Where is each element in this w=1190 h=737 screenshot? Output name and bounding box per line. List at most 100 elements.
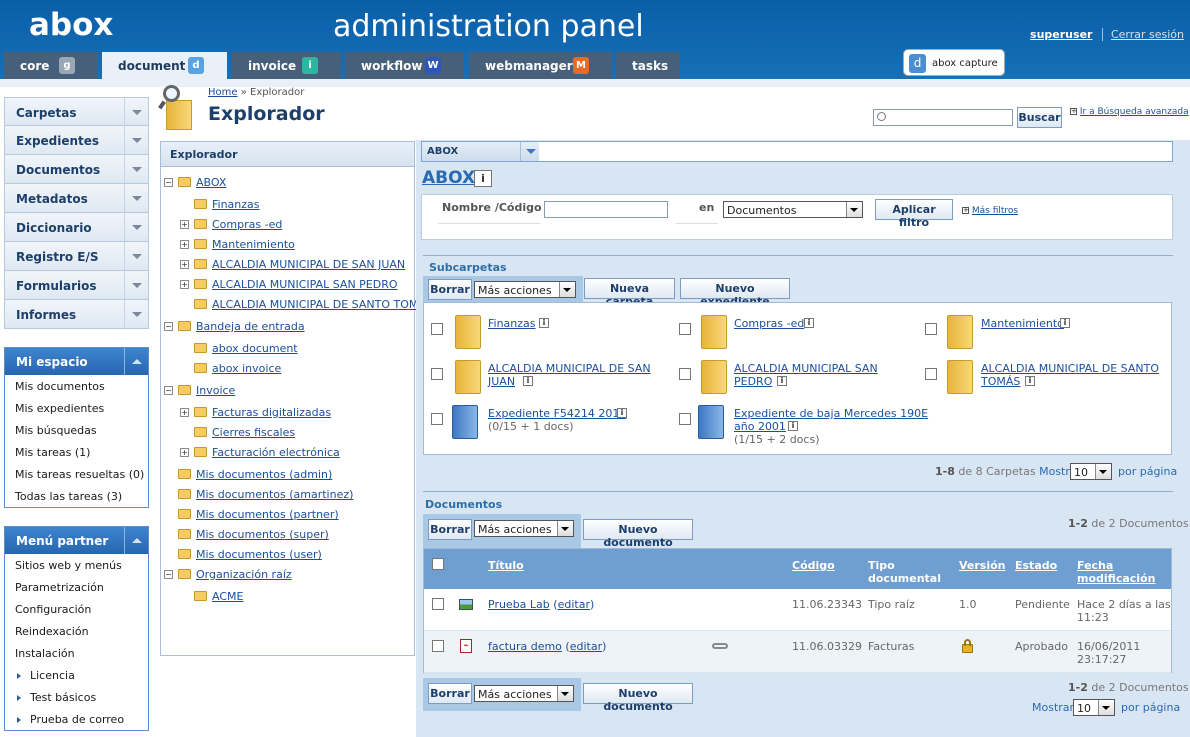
tree-node[interactable]: Bandeja de entrada — [196, 320, 305, 333]
partner-item[interactable]: Reindexación — [5, 620, 148, 642]
tree-node[interactable]: Cierres fiscales — [212, 426, 295, 439]
case-checkbox[interactable] — [431, 413, 443, 425]
chevron-down-icon[interactable] — [124, 300, 148, 328]
new-document-button-bottom[interactable]: Nuevo documento — [583, 683, 693, 713]
folder-title[interactable]: ABOX — [422, 168, 475, 188]
chevron-up-icon[interactable] — [124, 348, 148, 375]
info-icon[interactable]: i — [1025, 376, 1035, 386]
tree-node[interactable]: abox invoice — [212, 362, 281, 375]
tree-node[interactable]: ALCALDIA MUNICIPAL DE SAN JUAN — [212, 258, 405, 271]
col-date[interactable]: Fecha modificación — [1077, 559, 1155, 585]
chevron-down-icon[interactable] — [520, 142, 540, 161]
case-checkbox[interactable] — [679, 413, 691, 425]
search-button[interactable]: Buscar — [1017, 107, 1062, 128]
mi-espacio-header[interactable]: Mi espacio — [5, 348, 148, 375]
menu-formularios[interactable]: Formularios — [4, 271, 149, 300]
collapse-icon[interactable]: − — [164, 178, 173, 187]
tree-node[interactable]: Organización raíz — [196, 568, 292, 581]
mi-espacio-item[interactable]: Todas las tareas (3) — [5, 485, 148, 507]
tree-node[interactable]: Mis documentos (user) — [196, 548, 322, 561]
mi-espacio-item[interactable]: Mis tareas resueltas (0) — [5, 463, 148, 485]
more-actions-select-bottom[interactable]: Más acciones — [474, 685, 574, 702]
menu-metadatos[interactable]: Metadatos — [4, 184, 149, 213]
tree-node[interactable]: ALCALDIA MUNICIPAL DE SANTO TOMÁS — [212, 298, 433, 311]
new-document-button[interactable]: Nuevo documento — [583, 519, 693, 549]
partner-subitem[interactable]: Prueba de correo — [5, 708, 148, 730]
partner-item[interactable]: Parametrización — [5, 576, 148, 598]
collapse-icon[interactable]: − — [164, 386, 173, 395]
tree-node[interactable]: Mis documentos (super) — [196, 528, 329, 541]
tree-node[interactable]: Compras -ed — [212, 218, 282, 231]
app-logo[interactable]: abox — [29, 7, 113, 43]
menu-registro[interactable]: Registro E/S — [4, 242, 149, 271]
breadcrumb-home[interactable]: Home — [208, 87, 238, 98]
info-icon[interactable]: i — [617, 408, 627, 418]
name-filter-input[interactable] — [544, 201, 668, 218]
chevron-down-icon[interactable] — [124, 271, 148, 299]
mi-espacio-item[interactable]: Mis expedientes — [5, 397, 148, 419]
new-folder-button[interactable]: Nueva carpeta — [584, 278, 675, 308]
tree-node[interactable]: Mis documentos (partner) — [196, 508, 339, 521]
partner-item[interactable]: Configuración — [5, 598, 148, 620]
tree-node[interactable]: ABOX — [196, 176, 226, 189]
info-icon[interactable]: i — [539, 318, 549, 328]
more-actions-select[interactable]: Más acciones — [474, 520, 574, 537]
delete-documents-button-bottom[interactable]: Borrar — [428, 683, 472, 704]
mi-espacio-item[interactable]: Mis documentos — [5, 375, 148, 397]
tab-core[interactable]: core g — [4, 52, 98, 79]
user-link[interactable]: superuser — [1030, 28, 1092, 41]
tree-node[interactable]: ALCALDIA MUNICIPAL SAN PEDRO — [212, 278, 398, 291]
info-icon[interactable]: i — [788, 421, 798, 431]
tab-webmanager[interactable]: webmanager M — [469, 52, 612, 79]
row-checkbox[interactable] — [432, 598, 444, 610]
info-icon[interactable]: i — [474, 170, 492, 187]
tree-node[interactable]: Facturas digitalizadas — [212, 406, 331, 419]
folder-link[interactable]: Compras -ed — [734, 317, 804, 330]
chevron-down-icon[interactable] — [124, 126, 148, 154]
more-actions-select[interactable]: Más acciones — [474, 281, 576, 298]
menu-diccionario[interactable]: Diccionario — [4, 213, 149, 242]
partner-subitem[interactable]: Licencia — [5, 664, 148, 686]
mi-espacio-item[interactable]: Mis tareas (1) — [5, 441, 148, 463]
folder-link[interactable]: ALCALDIA MUNICIPAL DE SANTO TOMÁS — [981, 362, 1159, 388]
info-icon[interactable]: i — [777, 376, 787, 386]
collapse-icon[interactable]: − — [164, 322, 173, 331]
expand-icon[interactable]: + — [180, 240, 189, 249]
delete-documents-button[interactable]: Borrar — [428, 519, 472, 540]
expand-icon[interactable]: + — [180, 260, 189, 269]
partner-item[interactable]: Sitios web y menús — [5, 554, 148, 576]
case-link[interactable]: Expediente de baja Mercedes 190E año 2001 — [734, 407, 928, 433]
folder-checkbox[interactable] — [925, 323, 937, 335]
chevron-up-icon[interactable] — [124, 527, 148, 554]
abox-capture-button[interactable]: d abox capture — [903, 49, 1005, 76]
col-title[interactable]: Título — [488, 559, 524, 572]
chevron-down-icon[interactable] — [124, 242, 148, 270]
tree-node[interactable]: Mis documentos (admin) — [196, 468, 332, 481]
folder-checkbox[interactable] — [679, 368, 691, 380]
col-code[interactable]: Código — [792, 559, 835, 572]
col-status[interactable]: Estado — [1015, 559, 1057, 572]
expand-icon[interactable]: + — [180, 448, 189, 457]
tab-document[interactable]: document d — [102, 52, 227, 79]
partner-subitem[interactable]: Test básicos — [5, 686, 148, 708]
menu-expedientes[interactable]: Expedientes — [4, 126, 149, 155]
folder-link[interactable]: ALCALDIA MUNICIPAL SAN PEDRO — [734, 362, 878, 388]
table-row[interactable]: ⌁ factura demo (editar) 11.06.03329 Fact… — [424, 631, 1171, 673]
menu-carpetas[interactable]: Carpetas — [4, 97, 149, 126]
more-filters-link[interactable]: + Más filtros — [962, 206, 1018, 216]
folder-link[interactable]: Finanzas — [488, 317, 536, 330]
delete-folders-button[interactable]: Borrar — [428, 279, 472, 300]
new-case-button[interactable]: Nuevo expediente — [680, 278, 790, 308]
info-icon[interactable]: i — [804, 318, 814, 328]
info-icon[interactable]: i — [523, 376, 533, 386]
tree-node[interactable]: Invoice — [196, 384, 235, 397]
scope-select[interactable]: Documentos — [723, 201, 863, 218]
collapse-icon[interactable]: − — [164, 570, 173, 579]
folder-link[interactable]: ALCALDIA MUNICIPAL DE SAN JUAN — [488, 362, 651, 388]
chevron-down-icon[interactable] — [124, 155, 148, 183]
tab-invoice[interactable]: invoice i — [232, 52, 341, 79]
tree-node[interactable]: Facturación electrónica — [212, 446, 340, 459]
row-checkbox[interactable] — [432, 640, 444, 652]
menu-documentos[interactable]: Documentos — [4, 155, 149, 184]
tree-node[interactable]: ACME — [212, 590, 243, 603]
